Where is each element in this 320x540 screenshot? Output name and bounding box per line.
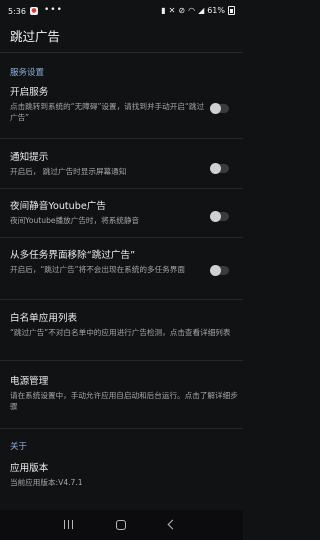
hide-from-recents-switch[interactable] [210, 265, 229, 276]
setting-summary: “跳过广告”不对白名单中的应用进行广告检测，点击查看详细列表 [10, 328, 231, 337]
notification-switch[interactable] [210, 163, 229, 174]
switch-knob [210, 265, 221, 276]
section-header-service: 服务设置 [10, 68, 45, 78]
setting-title: 电源管理 [10, 376, 49, 387]
system-icons: ▮ ✕ ⊘ ◠ ◢ 61% [161, 6, 235, 15]
setting-app-version[interactable]: 应用版本 当前应用版本:V4.7.1 [0, 463, 243, 488]
recent-apps-icon[interactable] [62, 519, 76, 531]
page-title: 跳过广告 [10, 29, 61, 44]
switch-knob [210, 103, 221, 114]
enable-service-switch[interactable] [210, 103, 229, 114]
setting-title: 通知提示 [10, 152, 49, 163]
setting-enable-service[interactable]: 开启服务 点击跳转到系统的“无障碍”设置，请找到并手动开启“跳过广告” [0, 87, 243, 123]
night-mute-youtube-switch[interactable] [210, 211, 229, 222]
no-signal-icon: ⊘ [178, 6, 186, 15]
mute-icon: ✕ [168, 6, 176, 15]
wifi-icon: ◠ [188, 6, 196, 15]
setting-summary: 当前应用版本:V4.7.1 [10, 478, 83, 487]
status-time: 5:36 [8, 7, 26, 16]
setting-notification[interactable]: 通知提示 开启后， 跳过广告时显示屏幕通知 [0, 152, 243, 177]
divider [0, 299, 243, 300]
setting-title: 夜间静音Youtube广告 [10, 201, 106, 212]
app-bar-divider [0, 52, 243, 53]
section-header-about: 关于 [10, 442, 28, 452]
setting-summary: 夜间Youtube播放广告时，将系统静音 [10, 216, 140, 225]
switch-knob [210, 163, 221, 174]
status-bar: 5:36 ● ••• ▮ ✕ ⊘ ◠ ◢ 61% [0, 0, 243, 22]
setting-summary: 点击跳转到系统的“无障碍”设置，请找到并手动开启“跳过广告” [10, 102, 205, 122]
setting-summary: 开启后，“跳过广告”将不会出现在系统的多任务界面 [10, 265, 185, 274]
more-notifications-icon: ••• [44, 5, 63, 15]
signal-icon: ◢ [198, 6, 205, 15]
app-notification-icon: ● [30, 7, 38, 15]
setting-summary: 请在系统设置中，手动允许应用自启动和后台运行。点击了解详细步骤 [10, 391, 238, 411]
battery-percent: 61% [207, 6, 225, 15]
setting-title: 应用版本 [10, 463, 49, 474]
divider [0, 237, 243, 238]
switch-knob [210, 211, 221, 222]
setting-title: 从多任务界面移除“跳过广告” [10, 250, 136, 261]
divider [0, 188, 243, 189]
divider [0, 428, 243, 429]
setting-night-mute-youtube[interactable]: 夜间静音Youtube广告 夜间Youtube播放广告时，将系统静音 [0, 201, 243, 226]
divider [0, 138, 243, 139]
setting-whitelist[interactable]: 白名单应用列表 “跳过广告”不对白名单中的应用进行广告检测，点击查看详细列表 [0, 313, 243, 338]
battery-icon [228, 6, 235, 15]
setting-power-management[interactable]: 电源管理 请在系统设置中，手动允许应用自启动和后台运行。点击了解详细步骤 [0, 376, 243, 412]
setting-hide-from-recents[interactable]: 从多任务界面移除“跳过广告” 开启后，“跳过广告”将不会出现在系统的多任务界面 [0, 250, 243, 275]
setting-title: 白名单应用列表 [10, 313, 78, 324]
setting-title: 开启服务 [10, 87, 49, 98]
divider [0, 360, 243, 361]
home-icon[interactable] [114, 519, 128, 531]
sim-icon: ▮ [161, 6, 166, 15]
setting-summary: 开启后， 跳过广告时显示屏幕通知 [10, 167, 127, 176]
navigation-bar [0, 510, 243, 540]
back-icon[interactable] [166, 519, 180, 531]
